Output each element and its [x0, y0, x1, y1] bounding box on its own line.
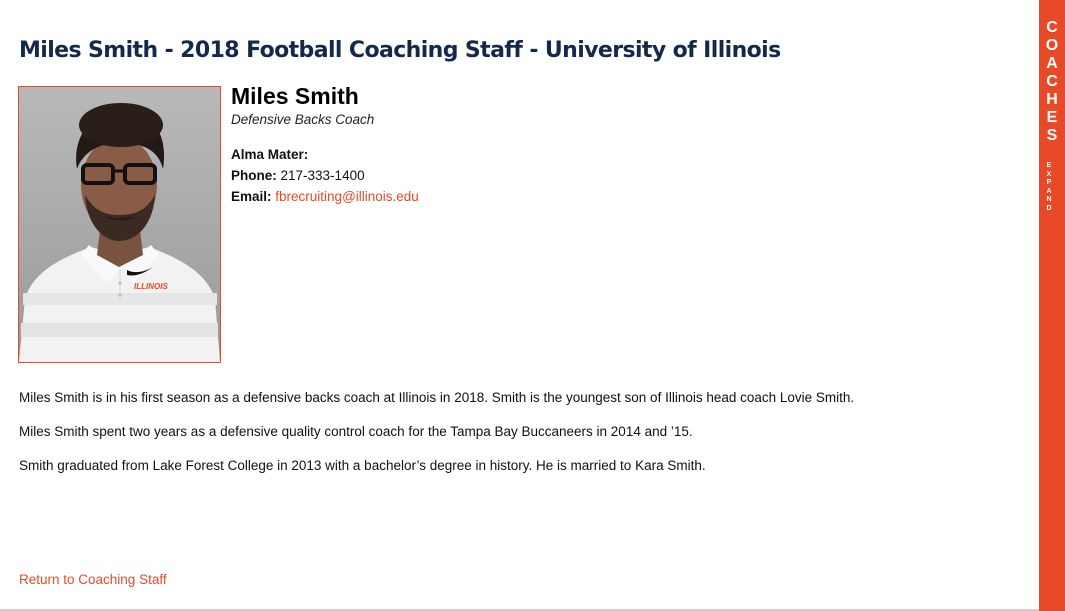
tab-letter: C	[1046, 19, 1058, 36]
tab-letter: S	[1046, 127, 1058, 144]
coach-name: Miles Smith	[231, 83, 359, 109]
shirt-logo: ILLINOIS	[134, 282, 168, 291]
expand-letter: E	[1046, 162, 1052, 169]
expand-letter: D	[1046, 204, 1052, 212]
email-link[interactable]: fbrecruiting@illinois.edu	[275, 189, 419, 204]
page-title: Miles Smith - 2018 Football Coaching Sta…	[19, 38, 781, 63]
return-to-coaching-staff-link[interactable]: Return to Coaching Staff	[19, 571, 167, 588]
phone-row: Phone: 217-333-1400	[231, 165, 419, 186]
alma-mater-label: Alma Mater:	[231, 147, 309, 162]
email-label: Email:	[231, 189, 272, 204]
expand-letter: A	[1046, 187, 1052, 195]
phone-value: 217-333-1400	[280, 168, 365, 183]
coach-contact-info: Alma Mater: Phone: 217-333-1400 Email: f…	[231, 144, 419, 207]
bio-paragraph: Miles Smith is in his first season as a …	[19, 390, 855, 405]
tab-letter: C	[1046, 73, 1058, 90]
email-row: Email: fbrecruiting@illinois.edu	[231, 186, 419, 207]
alma-mater-row: Alma Mater:	[231, 144, 419, 165]
expand-letter: N	[1046, 196, 1052, 204]
bio-paragraph: Miles Smith spent two years as a defensi…	[19, 424, 693, 439]
tab-letter: H	[1046, 91, 1058, 108]
page: Miles Smith - 2018 Football Coaching Sta…	[0, 0, 1065, 611]
coach-profile: Miles Smith Defensive Backs Coach Alma M…	[231, 83, 419, 207]
expand-letter: X	[1046, 170, 1052, 178]
expand-letter: P	[1046, 179, 1052, 187]
main-content: Miles Smith - 2018 Football Coaching Sta…	[0, 0, 1039, 609]
tab-letter: E	[1046, 109, 1058, 126]
coach-portrait-image: ILLINOIS	[19, 87, 220, 362]
coaches-side-tab[interactable]: C O A C H E S E X P A N D	[1039, 0, 1065, 611]
coach-position: Defensive Backs Coach	[231, 112, 375, 127]
coach-bio: Miles Smith is in his first season as a …	[19, 389, 1019, 491]
phone-label: Phone:	[231, 168, 277, 183]
tab-letter: O	[1045, 37, 1059, 54]
coach-photo: ILLINOIS	[18, 86, 221, 363]
coaches-tab-label: C O A C H E S	[1039, 19, 1065, 145]
tab-letter: A	[1046, 55, 1058, 72]
expand-button[interactable]: E X P A N D	[1039, 162, 1059, 214]
bio-paragraph: Smith graduated from Lake Forest College…	[19, 458, 706, 473]
